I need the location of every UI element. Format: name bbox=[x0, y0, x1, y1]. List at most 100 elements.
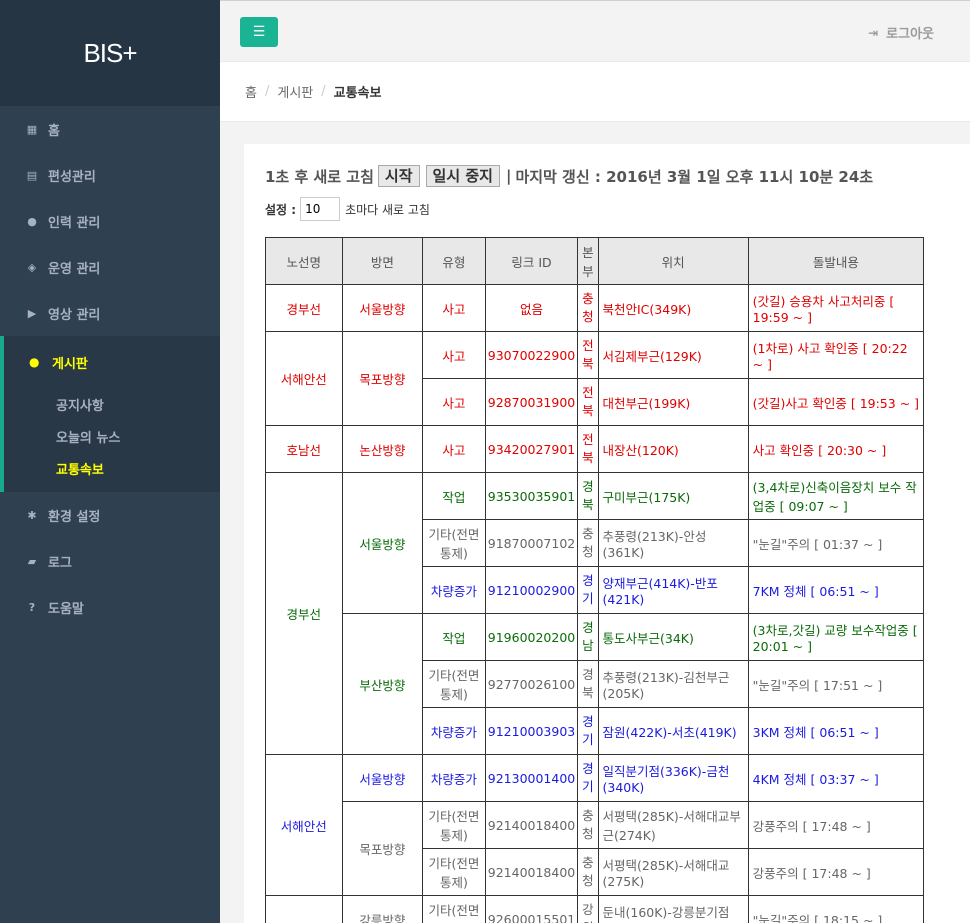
table-row: 목포방향 기타(전면통제) 92140018400 충청 서평택(285K)-서… bbox=[266, 801, 925, 896]
table-row: 경부선 서울방향 사고 없음 충청 북천안IC(349K) (갓길) 승용차 사… bbox=[265, 284, 925, 332]
location-cell: 서평택(285K)-서해대교부근(274K) bbox=[597, 801, 749, 849]
route-cell: 경부선 bbox=[265, 284, 343, 332]
gears-icon: ✱ bbox=[27, 508, 37, 522]
sidebar-subitem-news[interactable]: 오늘의 뉴스 bbox=[4, 420, 220, 452]
setting-suffix: 초마다 새로 고침 bbox=[345, 202, 430, 217]
sidebar-item-board-head[interactable]: ● 게시판 bbox=[4, 336, 220, 388]
incident-cell: (갓길) 승용차 사고처리중 [ 19:59 ~ ] bbox=[747, 284, 925, 332]
table-row: 호남선 논산방향 사고 93420027901 전북 내장산(120K) 사고 … bbox=[265, 425, 925, 473]
pause-button[interactable]: 일시 중지 bbox=[425, 165, 500, 187]
main-area: ☰ ⇥ 로그아웃 홈 / 게시판 / 교통속보 1초 후 새로 고침 시작 일시 … bbox=[220, 0, 970, 923]
sidebar-subitem-notice[interactable]: 공지사항 bbox=[4, 388, 220, 420]
hq-cell: 경남 bbox=[577, 613, 599, 661]
route-cell: 경부선 bbox=[265, 472, 343, 755]
column-header[interactable]: 유형 bbox=[422, 237, 486, 285]
breadcrumb: 홈 / 게시판 / 교통속보 bbox=[220, 62, 970, 122]
location-cell: 서김제부근(129K) bbox=[597, 331, 749, 379]
location-cell: 서평택(285K)-서해대교(275K) bbox=[597, 848, 749, 896]
link-id-cell: 91210002900 bbox=[484, 566, 579, 614]
start-button[interactable]: 시작 bbox=[377, 165, 420, 187]
sidebar-item-operation[interactable]: ◈ 운영 관리 bbox=[0, 244, 220, 290]
type-cell: 사고 bbox=[422, 331, 486, 379]
column-header[interactable]: 본부 bbox=[577, 237, 599, 285]
column-header[interactable]: 방면 bbox=[341, 237, 424, 285]
incident-cell: (3,4차로)신축이음장치 보수 작업중 [ 09:07 ~ ] bbox=[747, 472, 925, 520]
grid-icon: ▦ bbox=[26, 122, 38, 136]
type-cell: 사고 bbox=[422, 284, 486, 332]
sidebar-item-label: 로그 bbox=[48, 555, 72, 571]
location-cell: 구미부근(175K) bbox=[597, 472, 749, 520]
link-id-cell: 91210003903 bbox=[484, 707, 579, 755]
sidebar-item-label: 편성관리 bbox=[48, 169, 96, 185]
sidebar-item-help[interactable]: ? 도움말 bbox=[0, 584, 220, 630]
direction-cell: 강릉방향 bbox=[341, 895, 424, 923]
sidebar-item-label: 게시판 bbox=[52, 356, 88, 372]
hq-cell: 충청 bbox=[577, 848, 599, 896]
type-cell: 기타(전면통제) bbox=[422, 895, 486, 923]
sidebar-subitem-traffic[interactable]: 교통속보 bbox=[4, 452, 220, 484]
traffic-table: 노선명 방면 유형 링크 ID 본부 위치 돌발내용 경부선 서울방향 사고 없… bbox=[265, 237, 925, 923]
link-id-cell: 92600015501 bbox=[484, 895, 579, 923]
sidebar-item-label: 운영 관리 bbox=[48, 261, 101, 277]
direction-cell: 목포방향 bbox=[341, 801, 424, 896]
menu-toggle-button[interactable]: ☰ bbox=[240, 17, 278, 47]
link-id-cell: 91870007102 bbox=[484, 519, 579, 567]
link-id-cell: 91960020200 bbox=[484, 613, 579, 661]
route-cell bbox=[265, 895, 343, 923]
sidebar-item-staff[interactable]: ● 인력 관리 bbox=[0, 198, 220, 244]
sidebar-item-label: 인력 관리 bbox=[48, 215, 101, 231]
breadcrumb-home[interactable]: 홈 bbox=[245, 82, 257, 101]
column-header[interactable]: 돌발내용 bbox=[747, 237, 925, 285]
route-cell: 서해안선 bbox=[265, 754, 343, 896]
logo-area: BIS+ bbox=[0, 0, 220, 106]
table-row: 부산방향 작업 91960020200 경남 통도사부근(34K) (3차로,갓… bbox=[266, 613, 925, 755]
content-panel: 1초 후 새로 고침 시작 일시 중지 | 마지막 갱신 : 2016년 3월 … bbox=[244, 144, 970, 923]
sidebar-item-home[interactable]: ▦ 홈 bbox=[0, 106, 220, 152]
incident-cell: 사고 확인중 [ 20:30 ~ ] bbox=[747, 425, 925, 473]
type-cell: 차량증가 bbox=[422, 707, 486, 755]
table-header-row: 노선명 방면 유형 링크 ID 본부 위치 돌발내용 bbox=[265, 237, 925, 285]
hamburger-icon: ☰ bbox=[252, 24, 266, 40]
link-id-cell: 93070022900 bbox=[484, 331, 579, 379]
logout-label: 로그아웃 bbox=[886, 27, 934, 42]
column-header[interactable]: 위치 bbox=[597, 237, 749, 285]
incident-cell: "눈길"주의 [ 01:37 ~ ] bbox=[747, 519, 925, 567]
refresh-interval-input[interactable] bbox=[300, 197, 341, 221]
location-cell: 북천안IC(349K) bbox=[597, 284, 749, 332]
comment-icon: ● bbox=[29, 355, 40, 369]
incident-cell: 강풍주의 [ 17:48 ~ ] bbox=[747, 801, 925, 849]
logout-link[interactable]: ⇥ 로그아웃 bbox=[868, 23, 934, 43]
hq-cell: 경북 bbox=[577, 660, 599, 708]
sidebar-item-schedule[interactable]: ▤ 편성관리 bbox=[0, 152, 220, 198]
breadcrumb-board[interactable]: 게시판 bbox=[277, 82, 313, 101]
type-cell: 작업 bbox=[422, 613, 486, 661]
type-cell: 차량증가 bbox=[422, 566, 486, 614]
sidebar-item-label: 도움말 bbox=[48, 601, 84, 617]
breadcrumb-separator: / bbox=[321, 84, 326, 99]
type-cell: 기타(전면통제) bbox=[422, 801, 486, 849]
hq-cell: 경기 bbox=[577, 707, 599, 755]
link-id-cell: 93530035901 bbox=[484, 472, 579, 520]
incident-cell: 3KM 정체 [ 06:51 ~ ] bbox=[747, 707, 925, 755]
link-id-cell: 92140018400 bbox=[484, 848, 579, 896]
incident-cell: (3차로,갓길) 교량 보수작업중 [ 20:01 ~ ] bbox=[747, 613, 925, 661]
sidebar-item-settings[interactable]: ✱ 환경 설정 bbox=[0, 492, 220, 538]
topbar: ☰ ⇥ 로그아웃 bbox=[220, 0, 970, 62]
location-cell: 둔내(160K)-강릉분기점(204K) bbox=[597, 895, 749, 923]
sidebar: BIS+ ▦ 홈 ▤ 편성관리 ● 인력 관리 ◈ 운영 관리 ▶ 영상 관리 ● 게시판 … bbox=[0, 0, 220, 923]
column-header[interactable]: 링크 ID bbox=[484, 237, 579, 285]
sidebar-item-log[interactable]: ▰ 로그 bbox=[0, 538, 220, 584]
sidebar-item-video[interactable]: ▶ 영상 관리 bbox=[0, 290, 220, 336]
setting-line: 설정 : 초마다 새로 고침 bbox=[265, 197, 952, 221]
hq-cell: 충청 bbox=[577, 801, 599, 849]
type-cell: 작업 bbox=[422, 472, 486, 520]
location-cell: 양재부근(414K)-반포(421K) bbox=[597, 566, 749, 614]
breadcrumb-current: 교통속보 bbox=[333, 86, 382, 101]
last-update-text: 마지막 갱신 : 2016년 3월 1일 오후 11시 10분 24초 bbox=[515, 167, 874, 186]
link-id-cell: 92140018400 bbox=[484, 801, 579, 849]
table-row: 서해안선 서울방향 차량증가 92130001400 경기 일직분기점(336K… bbox=[265, 754, 925, 896]
sidebar-item-board: ● 게시판 공지사항 오늘의 뉴스 교통속보 bbox=[0, 336, 220, 492]
column-header[interactable]: 노선명 bbox=[265, 237, 343, 285]
app-logo[interactable]: BIS+ bbox=[83, 38, 137, 69]
setting-label: 설정 : bbox=[265, 202, 297, 217]
